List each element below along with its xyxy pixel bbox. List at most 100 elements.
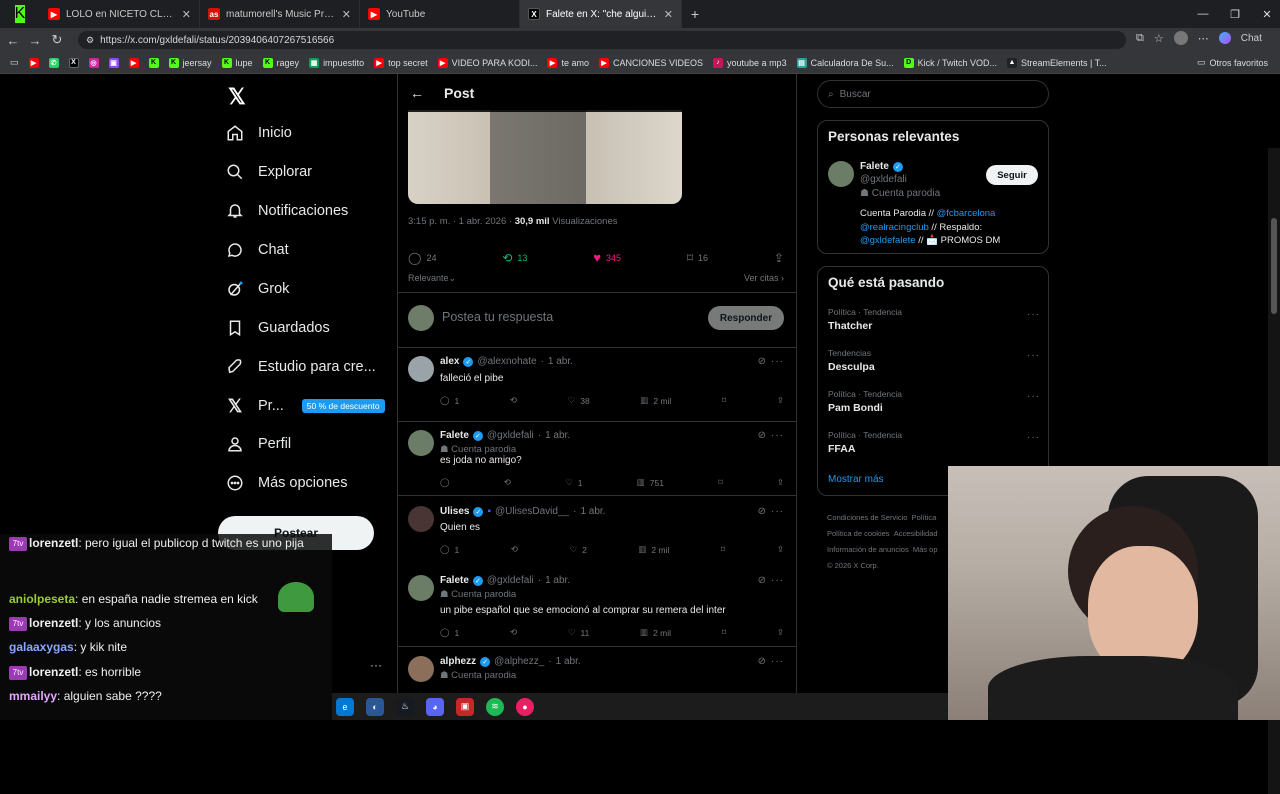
more-icon[interactable]: ··· <box>1027 432 1040 443</box>
nav-explore[interactable]: Explorar <box>226 157 312 187</box>
profile-icon[interactable] <box>1173 31 1188 45</box>
bookmark-whatsapp[interactable]: ✆ <box>45 57 63 68</box>
browser-chat-label[interactable]: Chat <box>1241 33 1262 44</box>
reply-item[interactable]: Falete ✓ @gxldefali · 1 abr. ☗ Cuenta parodi… <box>398 567 796 647</box>
repost-icon[interactable]: ⟲ <box>504 477 511 488</box>
bookmark-youtube[interactable]: ▶ <box>25 57 43 68</box>
reload-icon[interactable]: ↻ <box>46 29 68 51</box>
more-icon[interactable]: ⋯ <box>1198 32 1209 45</box>
x-logo-icon[interactable]: 𝕏 <box>228 84 246 110</box>
views-icon[interactable]: ▥ 751 <box>637 477 664 488</box>
post-image[interactable] <box>408 110 682 204</box>
repost-action[interactable]: ⟲ 13 <box>502 250 527 265</box>
tab-x-falete[interactable]: XFalete en X: "che alguien sabe que✕ <box>520 0 682 28</box>
share-icon[interactable]: ⇪ <box>777 395 784 406</box>
kick-tab-icon[interactable]: K <box>0 0 40 28</box>
more-icon[interactable]: ··· <box>771 506 784 517</box>
grok-icon[interactable]: ⊘ <box>758 575 766 586</box>
reply-item[interactable]: alex ✓ @alexnohate · 1 abr. ⊘ ··· falleció el… <box>398 348 796 422</box>
bookmark-action[interactable]: ⌑ 16 <box>687 250 708 265</box>
repost-icon[interactable]: ⟲ <box>510 627 517 638</box>
repost-icon[interactable]: ⟲ <box>511 544 518 555</box>
views-icon[interactable]: ▥ 2 mil <box>640 627 671 638</box>
nav-grok[interactable]: Grok <box>226 274 289 304</box>
grok-icon[interactable]: ⊘ <box>758 506 766 517</box>
bookmark-te-amo[interactable]: ▶ te amo <box>543 57 593 68</box>
like-action[interactable]: ♥ 345 <box>593 250 621 265</box>
bookmark-top-secret[interactable]: ▶ top secret <box>370 57 432 68</box>
bookmark-lupe[interactable]: Klupe <box>218 57 257 68</box>
footer-link[interactable]: Política de cookies <box>827 529 890 538</box>
nav-bookmarks[interactable]: Guardados <box>226 313 330 343</box>
person-info[interactable]: Falete ✓ @gxldefali ☗ Cuenta parodia <box>860 161 940 199</box>
spotify-icon[interactable]: ≋ <box>486 697 504 716</box>
footer-link[interactable]: Política <box>912 513 937 522</box>
more-icon[interactable]: ··· <box>1027 309 1040 320</box>
trend-item[interactable]: Política · Tendencia Thatcher ··· <box>828 307 1040 332</box>
grok-icon[interactable]: ⊘ <box>758 430 766 441</box>
footer-link[interactable]: Más op <box>913 545 938 554</box>
bookmark-icon[interactable]: ⌑ <box>721 544 725 555</box>
repost-icon[interactable]: ⟲ <box>510 395 517 406</box>
more-icon[interactable]: ··· <box>771 356 784 367</box>
nav-profile[interactable]: Perfil <box>226 429 291 459</box>
footer-link[interactable]: Información de anuncios <box>827 545 909 554</box>
tab-lolo-kick[interactable]: ▶LOLO en NICETO CLUB (AFTERMO✕ <box>40 0 200 28</box>
heart-icon[interactable]: ♡ 38 <box>568 395 590 406</box>
minimize-button[interactable]: — <box>1186 0 1220 28</box>
bookmark-icon[interactable]: ⌑ <box>722 395 726 406</box>
tab-youtube[interactable]: ▶ YouTube <box>360 0 520 28</box>
bookmark-impuestito[interactable]: ▦ impuestito <box>305 57 368 68</box>
app-icon[interactable]: ● <box>516 697 534 716</box>
edge-icon[interactable]: e <box>336 697 354 716</box>
show-more-link[interactable]: Mostrar más <box>828 474 884 485</box>
heart-icon[interactable]: ♡ 11 <box>568 627 589 638</box>
reply-input[interactable]: Postea tu respuesta <box>442 310 553 324</box>
obs-icon[interactable]: ▣ <box>456 697 474 716</box>
heart-icon[interactable]: ♡ 1 <box>565 477 582 488</box>
bookmark-youtube-mp3[interactable]: ♪ youtube a mp3 <box>709 57 791 68</box>
trend-item[interactable]: Política · Tendencia FFAA ··· <box>828 430 1040 455</box>
trend-item[interactable]: Tendencias Desculpa ··· <box>828 348 1040 373</box>
close-icon[interactable]: ✕ <box>664 8 673 21</box>
search-input[interactable]: ⌕ Buscar <box>817 80 1049 108</box>
mention-link[interactable]: @fcbarcelona <box>937 208 996 219</box>
bookmark-twitch[interactable]: ▣ <box>105 57 123 68</box>
nav-creator-studio[interactable]: Estudio para cre... <box>226 352 376 382</box>
grok-icon[interactable]: ⊘ <box>758 356 766 367</box>
reply-item[interactable]: Falete ✓ @gxldefali · 1 abr. ☗ Cuenta parodi… <box>398 422 796 496</box>
follow-button[interactable]: Seguir <box>986 165 1038 185</box>
view-quotes-link[interactable]: Ver citas › <box>744 273 784 283</box>
bookmark-calculadora[interactable]: ▤ Calculadora De Su... <box>793 57 898 68</box>
bookmark-instagram[interactable]: ◎ <box>85 57 103 68</box>
nav-notifications[interactable]: Notificaciones <box>226 196 348 226</box>
favorites-icon[interactable]: ☆ <box>1154 32 1164 45</box>
mention-link[interactable]: @realracingclub <box>860 222 929 233</box>
mention-link[interactable]: @gxldefalete <box>860 235 916 246</box>
footer-link[interactable]: Accesibilidad <box>894 529 938 538</box>
close-icon[interactable]: ✕ <box>342 8 351 21</box>
back-arrow-icon[interactable]: ← <box>410 85 424 101</box>
copilot-icon[interactable] <box>1218 32 1231 44</box>
bookmark-other-favorites[interactable]: ▭ Otros favoritos <box>1193 57 1272 68</box>
bookmark-video-kodi[interactable]: ▶ VIDEO PARA KODI... <box>434 57 542 68</box>
bookmark-kick[interactable]: K <box>145 57 163 68</box>
trend-item[interactable]: Política · Tendencia Pam Bondi ··· <box>828 389 1040 414</box>
share-icon[interactable]: ⇪ <box>777 544 784 555</box>
tab-lastfm[interactable]: asmatumorell's Music Profile | Last.fm✕ <box>200 0 360 28</box>
bookmark-ragey[interactable]: Kragey <box>259 57 304 68</box>
bookmark-icon[interactable]: ⌑ <box>722 627 726 638</box>
avatar[interactable] <box>828 161 854 187</box>
bookmark-jeersay[interactable]: Kjeersay <box>165 57 216 68</box>
new-tab-button[interactable]: + <box>682 6 708 22</box>
views-icon[interactable]: ▥ 2 mil <box>640 395 671 406</box>
sort-relevant[interactable]: Relevante⌄ <box>408 273 456 284</box>
more-icon[interactable]: ··· <box>370 658 382 672</box>
views-icon[interactable]: ▥ 2 mil <box>638 544 669 555</box>
bookmark-kick-twitch-vod[interactable]: D Kick / Twitch VOD... <box>900 57 1001 68</box>
chrome-icon[interactable]: ◐ <box>366 697 384 716</box>
share-icon[interactable]: ⇪ <box>777 477 784 488</box>
bookmark-folder-icon[interactable]: ▭ <box>6 57 23 68</box>
restore-button[interactable]: ❐ <box>1218 0 1252 28</box>
close-icon[interactable]: ✕ <box>182 8 191 21</box>
